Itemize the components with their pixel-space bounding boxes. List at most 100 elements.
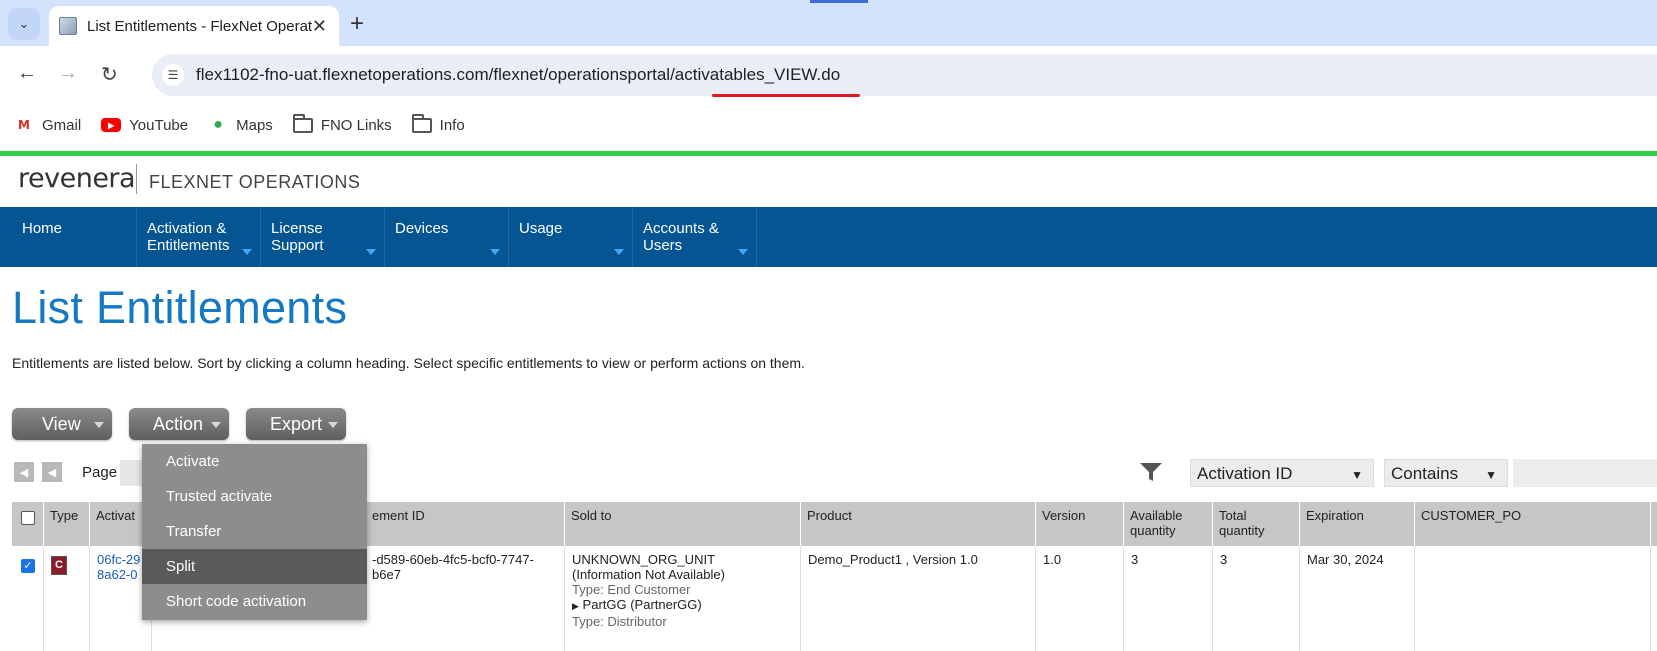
bookmark-youtube[interactable]: ▶ YouTube [101,117,188,134]
tab-search-button[interactable]: ⌄ [8,8,40,40]
bookmark-folder-info[interactable]: Info [411,113,465,134]
filter-icon[interactable] [1138,461,1164,483]
app-header: revenera FLEXNET OPERATIONS [0,156,1657,207]
action-button-label: Action [153,413,204,434]
folder-icon [411,113,432,133]
expiration-cell: Mar 30, 2024 [1300,546,1415,651]
total-quantity-cell: 3 [1213,546,1300,651]
column-header-total-quantity[interactable]: Total quantity [1213,502,1300,546]
url-highlight-underline [712,94,860,97]
column-header-available-quantity[interactable]: Available quantity [1124,502,1213,546]
bookmark-label: YouTube [129,116,189,134]
tab-title: List Entitlements - FlexNet Operations [87,17,312,35]
back-arrow-icon[interactable]: ← [17,62,37,85]
nav-item-accounts-users[interactable]: Accounts & Users [633,207,757,267]
entitlement-type-icon: C [51,556,67,575]
view-button[interactable]: View [12,408,112,440]
chevron-down-icon: ⌄ [18,16,30,31]
filter-operator-select[interactable]: Contains ▼ [1384,459,1508,487]
site-favicon-icon [59,17,77,35]
caret-down-icon [94,422,104,428]
filter-field-select[interactable]: Activation ID ▼ [1190,459,1374,487]
menu-item-split[interactable]: Split [142,549,367,584]
nav-item-devices[interactable]: Devices [385,207,509,267]
column-header-sold-to[interactable]: Sold to [565,502,801,546]
maps-pin-icon: ● [213,116,223,133]
address-bar[interactable]: ☰ flex1102-fno-uat.flexnetoperations.com… [152,54,1657,97]
page-description: Entitlements are listed below. Sort by c… [12,355,805,371]
nav-item-label: Usage [519,220,563,237]
gmail-icon: M [18,118,30,132]
nav-item-label: Activation & Entitlements [147,220,230,254]
menu-item-short-code-activation[interactable]: Short code activation [142,584,367,619]
export-button[interactable]: Export [246,408,346,440]
first-page-icon[interactable]: ◀ [14,462,34,482]
activation-id-link[interactable]: 06fc-29 [97,552,145,567]
browser-tab[interactable]: List Entitlements - FlexNet Operations ✕ [49,6,339,46]
partner-name: PartGG (PartnerGG) [582,597,702,612]
partner-toggle[interactable]: ▶ PartGG (PartnerGG) [572,597,794,614]
browser-tabstrip: ⌄ List Entitlements - FlexNet Operations… [0,0,1657,46]
browser-toolbar: ← → ↻ ☰ flex1102-fno-uat.flexnetoperatio… [0,46,1657,102]
bookmark-label: Maps [236,116,273,134]
bookmark-gmail[interactable]: M Gmail [14,117,81,134]
nav-item-label: Accounts & Users [643,220,719,254]
chevron-down-icon: ▼ [1485,468,1497,482]
caret-down-icon [242,249,252,255]
column-header-product[interactable]: Product [801,502,1036,546]
url-text[interactable]: flex1102-fno-uat.flexnetoperations.com/f… [196,65,840,85]
bookmark-maps[interactable]: ● Maps [208,116,273,134]
product-cell: Demo_Product1 , Version 1.0 [801,546,1036,651]
bookmark-label: FNO Links [320,116,392,134]
caret-down-icon [328,422,338,428]
column-header-customer-po[interactable]: CUSTOMER_PO [1415,502,1651,546]
main-nav: Home Activation & Entitlements License S… [0,207,1657,267]
select-all-checkbox[interactable] [21,511,35,525]
nav-item-license-support[interactable]: License Support [261,207,385,267]
activation-id-link-cont[interactable]: 8a62-0 [97,567,145,582]
logo-divider [136,164,137,194]
select-all-cell [12,502,44,546]
revenera-logo[interactable]: revenera [18,163,136,194]
entitlement-id-text-cont: b6e7 [372,567,401,582]
action-dropdown-menu: Activate Trusted activate Transfer Split… [142,444,367,620]
nav-item-activation-entitlements[interactable]: Activation & Entitlements [137,207,261,267]
previous-page-icon[interactable]: ◀ [42,462,62,482]
caret-down-icon [614,249,624,255]
reload-icon[interactable]: ↻ [101,62,118,87]
partner-type: Type: Distributor [572,614,667,629]
available-quantity-cell: 3 [1124,546,1213,651]
row-checkbox[interactable]: ✓ [21,559,35,573]
filter-field-value: Activation ID [1197,464,1293,483]
new-tab-button[interactable]: + [350,10,364,38]
bookmark-label: Gmail [42,116,82,134]
column-header-type[interactable]: Type [44,502,90,546]
version-cell: 1.0 [1036,546,1124,651]
pager: ◀ ◀ Page [14,462,117,482]
sold-to-type: Type: End Customer [572,582,691,597]
row-select-cell: ✓ [12,546,44,651]
nav-item-label: Devices [395,220,449,237]
youtube-icon: ▶ [101,118,122,132]
menu-item-trusted-activate[interactable]: Trusted activate [142,479,367,514]
menu-item-transfer[interactable]: Transfer [142,514,367,549]
column-header-expiration[interactable]: Expiration [1300,502,1415,546]
close-icon[interactable]: ✕ [312,16,327,37]
forward-arrow-icon[interactable]: → [58,62,78,85]
nav-item-usage[interactable]: Usage [509,207,633,267]
caret-down-icon [490,249,500,255]
page-title: List Entitlements [12,282,348,333]
column-header-version[interactable]: Version [1036,502,1124,546]
folder-icon [292,113,313,133]
caret-right-icon: ▶ [572,601,579,611]
action-button[interactable]: Action [129,408,229,440]
filter-search-input[interactable] [1513,459,1657,487]
chevron-down-icon: ▼ [1351,468,1363,482]
bookmark-folder-fno-links[interactable]: FNO Links [292,113,392,134]
menu-item-activate[interactable]: Activate [142,444,367,479]
nav-item-home[interactable]: Home [12,207,137,267]
caret-down-icon [211,422,221,428]
export-button-label: Export [270,413,323,434]
caret-down-icon [366,249,376,255]
site-settings-icon[interactable]: ☰ [162,64,184,86]
